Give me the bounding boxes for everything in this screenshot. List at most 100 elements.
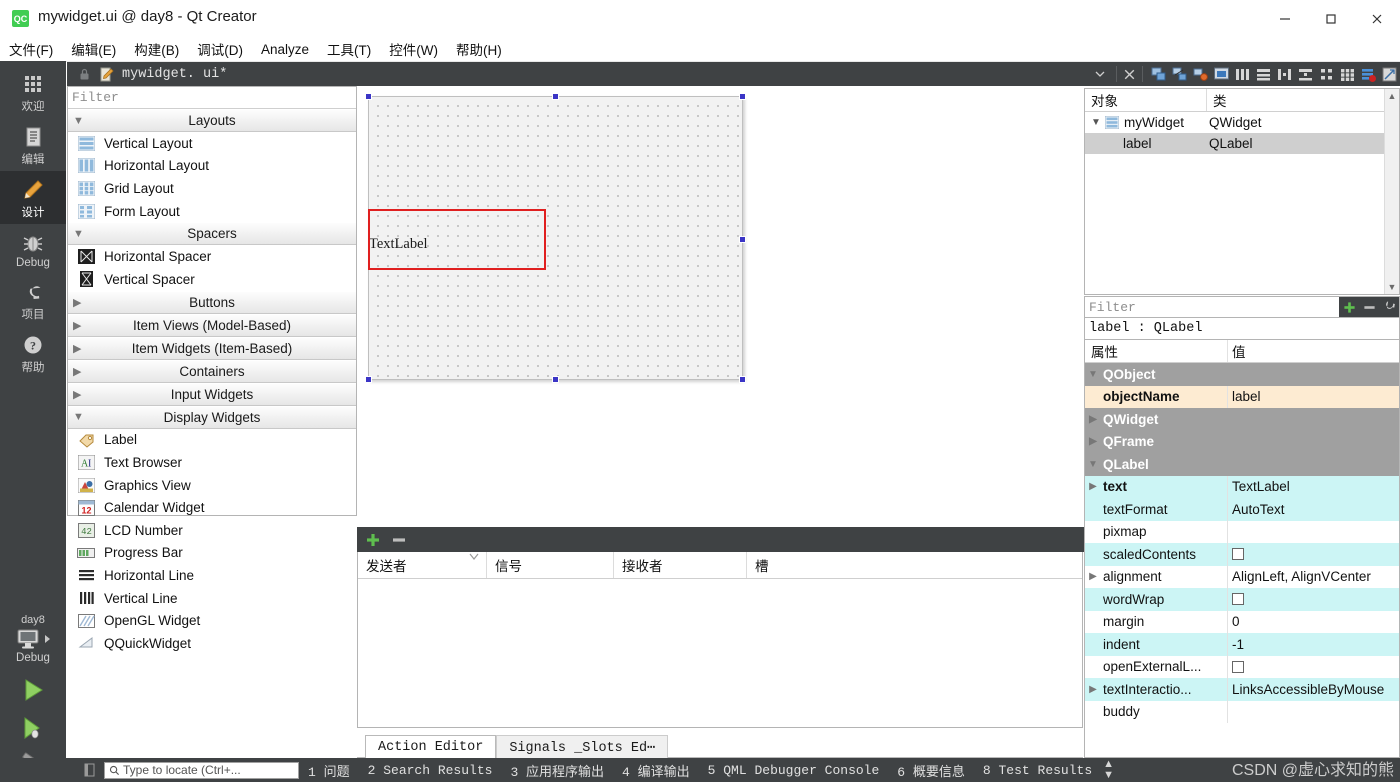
menu-debug[interactable]: 调试(D) xyxy=(188,37,252,61)
menu-tools[interactable]: 工具(T) xyxy=(318,37,380,61)
output-tab-app-output[interactable]: 3 应用程序输出 xyxy=(510,761,604,780)
scaledcontents-checkbox[interactable] xyxy=(1232,548,1244,561)
property-row-openexternallinks[interactable]: openExternalL... xyxy=(1085,655,1399,678)
widget-item-opengl-widget[interactable]: OpenGL Widget xyxy=(68,609,356,632)
property-row-scaledcontents[interactable]: scaledContents xyxy=(1085,543,1399,566)
property-settings-button[interactable] xyxy=(1379,297,1399,317)
maximize-button[interactable] xyxy=(1308,0,1354,37)
menu-file[interactable]: 文件(F) xyxy=(0,37,62,61)
property-row-pixmap[interactable]: pixmap xyxy=(1085,520,1399,544)
property-row-alignment[interactable]: ▶ alignment AlignLeft, AlignVCenter xyxy=(1085,565,1399,588)
widget-category-spacers[interactable]: ▼ Spacers xyxy=(68,222,356,246)
widget-item-vertical-spacer[interactable]: Vertical Spacer xyxy=(68,268,356,291)
widget-category-item-widgets[interactable]: ▶ Item Widgets (Item-Based) xyxy=(68,336,356,360)
widget-item-graphics-view[interactable]: Graphics View xyxy=(68,474,356,497)
widget-item-progress-bar[interactable]: Progress Bar xyxy=(68,542,356,565)
object-inspector-scrollbar[interactable]: ▲ ▼ xyxy=(1384,89,1399,294)
chevron-right-icon[interactable]: ▶ xyxy=(1085,414,1101,425)
widget-item-lcd-number[interactable]: 42 LCD Number xyxy=(68,519,356,542)
object-column-header[interactable]: 对象 xyxy=(1085,89,1207,111)
adjust-size-icon[interactable] xyxy=(1381,66,1398,83)
column-receiver[interactable]: 接收者 xyxy=(614,552,747,578)
property-group-qobject[interactable]: ▼ QObject xyxy=(1085,363,1399,386)
scroll-down-icon[interactable]: ▼ xyxy=(1385,280,1399,294)
kit-selector[interactable]: day8 Debug xyxy=(0,614,66,664)
edit-signals-icon[interactable] xyxy=(1171,66,1188,83)
resize-handle-bottom-right[interactable] xyxy=(739,376,746,383)
class-column-header[interactable]: 类 xyxy=(1207,89,1399,111)
edit-buddies-icon[interactable] xyxy=(1192,66,1209,83)
output-pane-resize-icon[interactable]: ▲ ▼ xyxy=(1103,759,1114,781)
output-tab-compile-output[interactable]: 4 编译输出 xyxy=(622,761,690,780)
property-row-text[interactable]: ▶ text TextLabel xyxy=(1085,475,1399,498)
menu-analyze[interactable]: Analyze xyxy=(252,40,318,59)
property-group-qlabel[interactable]: ▼ QLabel xyxy=(1085,453,1399,476)
widget-category-item-views[interactable]: ▶ Item Views (Model-Based) xyxy=(68,313,356,337)
close-icon[interactable] xyxy=(1122,67,1137,82)
locator-input[interactable]: Type to locate (Ctrl+... xyxy=(104,761,299,779)
mode-edit[interactable]: 编辑 xyxy=(0,118,66,171)
property-row-indent[interactable]: indent -1 xyxy=(1085,633,1399,656)
widget-category-input-widgets[interactable]: ▶ Input Widgets xyxy=(68,382,356,406)
property-column-header[interactable]: 属性 xyxy=(1085,340,1228,362)
resize-handle-middle-right[interactable] xyxy=(739,236,746,243)
lock-icon[interactable] xyxy=(77,67,92,82)
form-editor-canvas[interactable]: TextLabel xyxy=(357,88,1083,524)
tab-signals-slots-editor[interactable]: Signals _Slots Ed⋯ xyxy=(496,735,669,758)
edit-tab-order-icon[interactable] xyxy=(1213,66,1230,83)
resize-handle-top-right[interactable] xyxy=(739,93,746,100)
layout-splitter-v-icon[interactable] xyxy=(1297,66,1314,83)
tab-action-editor[interactable]: Action Editor xyxy=(365,735,497,758)
column-slot[interactable]: 槽 xyxy=(747,552,1082,578)
property-value-objectname[interactable]: label xyxy=(1228,386,1399,409)
scroll-up-icon[interactable]: ▲ xyxy=(1385,89,1399,103)
output-tab-overview[interactable]: 6 概要信息 xyxy=(897,761,965,780)
widget-category-display-widgets[interactable]: ▼ Display Widgets xyxy=(68,405,356,429)
mode-help[interactable]: ? 帮助 xyxy=(0,326,66,379)
resize-handle-top-left[interactable] xyxy=(365,93,372,100)
mode-design[interactable]: 设计 xyxy=(0,171,66,224)
layout-horizontal-icon[interactable] xyxy=(1234,66,1251,83)
property-value-textformat[interactable]: AutoText xyxy=(1228,498,1399,521)
edit-widgets-icon[interactable] xyxy=(1150,66,1167,83)
chevron-right-icon[interactable]: ▶ xyxy=(1085,436,1101,447)
property-value-buddy[interactable] xyxy=(1228,701,1399,724)
resize-handle-bottom-left[interactable] xyxy=(365,376,372,383)
layout-vertical-icon[interactable] xyxy=(1255,66,1272,83)
mode-welcome[interactable]: 欢迎 xyxy=(0,65,66,118)
break-layout-icon[interactable] xyxy=(1360,66,1377,83)
widget-item-grid-layout[interactable]: Grid Layout xyxy=(68,177,356,200)
widget-item-qquickwidget[interactable]: QQuickWidget xyxy=(68,632,356,655)
mode-projects[interactable]: 项目 xyxy=(0,273,66,326)
chevron-right-icon[interactable]: ▶ xyxy=(1085,684,1101,695)
menu-help[interactable]: 帮助(H) xyxy=(447,37,511,61)
close-button[interactable] xyxy=(1354,0,1400,37)
openexternallinks-checkbox[interactable] xyxy=(1232,660,1244,673)
chevron-right-icon[interactable]: ▶ xyxy=(1085,571,1101,582)
debug-button[interactable] xyxy=(0,714,66,742)
layout-splitter-h-icon[interactable] xyxy=(1276,66,1293,83)
property-row-buddy[interactable]: buddy xyxy=(1085,700,1399,724)
chevron-down-icon[interactable]: ▼ xyxy=(1085,369,1101,380)
mode-debug[interactable]: Debug xyxy=(0,224,66,273)
property-row-margin[interactable]: margin 0 xyxy=(1085,610,1399,634)
output-tab-qml-debugger[interactable]: 5 QML Debugger Console xyxy=(708,763,880,778)
widget-item-vertical-line[interactable]: Vertical Line xyxy=(68,587,356,610)
widget-category-buttons[interactable]: ▶ Buttons xyxy=(68,290,356,314)
property-group-qframe[interactable]: ▶ QFrame xyxy=(1085,430,1399,453)
widget-item-horizontal-spacer[interactable]: Horizontal Spacer xyxy=(68,245,356,268)
widget-item-text-browser[interactable]: A I Text Browser xyxy=(68,451,356,474)
property-value-pixmap[interactable] xyxy=(1228,521,1399,544)
menu-build[interactable]: 构建(B) xyxy=(125,37,188,61)
property-row-textinteractionflags[interactable]: ▶ textInteractio... LinksAccessibleByMou… xyxy=(1085,678,1399,701)
menu-edit[interactable]: 编辑(E) xyxy=(62,37,125,61)
widget-box-filter[interactable]: Filter xyxy=(68,87,356,109)
output-tab-search-results[interactable]: 2 Search Results xyxy=(368,763,493,778)
property-value-margin[interactable]: 0 xyxy=(1228,611,1399,634)
widget-item-horizontal-layout[interactable]: Horizontal Layout xyxy=(68,155,356,178)
resize-handle-top-center[interactable] xyxy=(552,93,559,100)
layout-grid-icon[interactable] xyxy=(1339,66,1356,83)
widget-item-label[interactable]: Label xyxy=(68,429,356,452)
column-sender[interactable]: 发送者 xyxy=(358,552,487,578)
resize-handle-bottom-center[interactable] xyxy=(552,376,559,383)
